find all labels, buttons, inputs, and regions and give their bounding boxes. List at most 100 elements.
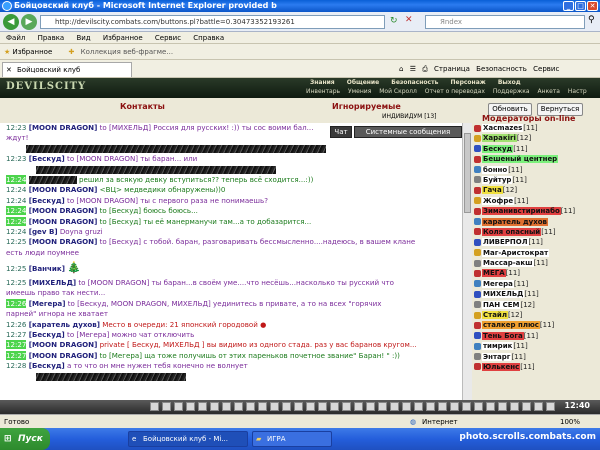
action-icon[interactable] [546,402,555,411]
user-list-item[interactable]: Энтарг[11] [472,352,600,362]
action-icon[interactable] [390,402,399,411]
action-icon[interactable] [378,402,387,411]
user-list-item[interactable]: бонно[11] [472,165,600,175]
action-icon[interactable] [426,402,435,411]
action-icon[interactable] [222,402,231,411]
action-icon[interactable] [342,402,351,411]
search-input[interactable]: Яndex [425,15,585,29]
user-name[interactable]: Юлькенс [482,362,521,371]
action-icon[interactable] [438,402,447,411]
user-name[interactable]: Гача [482,186,503,195]
user-name[interactable]: Бескуд [482,144,514,153]
user-name[interactable]: бонно [482,165,509,174]
menu-edit[interactable]: Правка [38,34,65,42]
user-name[interactable]: Стайл [482,311,508,320]
action-icon[interactable] [414,402,423,411]
user-list-item[interactable]: МЕГА[11] [472,268,600,278]
scrollbar-thumb[interactable] [464,133,471,213]
action-icon[interactable] [462,402,471,411]
close-button[interactable]: ✕ [587,1,598,11]
back-icon[interactable]: ◀ [3,14,19,30]
user-name[interactable]: Массар-акш [482,259,534,268]
action-icon[interactable] [318,402,327,411]
user-name[interactable]: Xacmazes [482,124,524,132]
menu-help[interactable]: Справка [193,34,224,42]
action-icon[interactable] [474,402,483,411]
user-list-item[interactable]: Зиманивстиринабо[11] [472,206,600,216]
safety-menu[interactable]: Безопасность [476,65,527,73]
user-list-item[interactable]: ПАН СЕМ[12] [472,300,600,310]
subnav-inventory[interactable]: Инвентарь [306,88,340,95]
task-ie[interactable]: e Бойцовский клуб - Mi... [128,431,248,447]
ignored-heading[interactable]: Игнорируемые [332,102,401,111]
zoom-level[interactable]: 100% [560,415,580,429]
user-name[interactable]: тимрик [482,342,514,351]
action-icon[interactable] [510,402,519,411]
user-list-item[interactable]: ЛИВЕРПОЛ[11] [472,237,600,247]
add-favorite-icon[interactable]: ✚ [69,48,75,56]
chat-scrollbar[interactable] [462,123,472,400]
action-icon[interactable] [258,402,267,411]
tab-system-messages[interactable]: Системные сообщения [354,126,462,138]
action-icon[interactable] [450,402,459,411]
browser-tab[interactable]: ✕ Бойцовский клуб [2,62,132,77]
user-list-item[interactable]: Жофре[11] [472,196,600,206]
user-list-item[interactable]: Гача[12] [472,185,600,195]
stop-icon[interactable]: ✕ [405,15,413,25]
user-list-item[interactable]: тимрик[11] [472,341,600,351]
nav-character[interactable]: Персонаж [450,79,485,86]
nav-communication[interactable]: Общение [347,79,379,86]
user-name[interactable]: МИХЕЛЬД [482,290,525,299]
favorites-link[interactable]: Коллекция веб-фрагме... [81,48,173,56]
action-icon[interactable] [150,402,159,411]
user-name[interactable]: Бешеный центнер [482,155,559,164]
user-list-item[interactable]: Юлькенс[11] [472,362,600,372]
action-icon[interactable] [174,402,183,411]
user-list-item[interactable]: Xacmazes[11] [472,123,600,133]
user-name[interactable]: каратель духов [482,217,548,226]
menu-file[interactable]: Файл [6,34,25,42]
page-menu[interactable]: Страница [434,65,470,73]
user-name[interactable]: МЕГА [482,269,506,278]
user-list-item[interactable]: МИХЕЛЬД[11] [472,289,600,299]
action-icon[interactable] [198,402,207,411]
user-list-item[interactable]: Маг-Аристократ [472,248,600,258]
user-list-item[interactable]: сталкер плюс[11] [472,320,600,330]
action-icon[interactable] [486,402,495,411]
favorites-button[interactable]: Избранное [13,48,53,56]
user-name[interactable]: Харакiri [482,134,517,143]
nav-security[interactable]: Безопасность [391,79,438,86]
menu-favorites[interactable]: Избранное [103,34,143,42]
url-input[interactable]: http://devilscity.combats.com/buttons.pl… [40,15,385,29]
subnav-settings[interactable]: Настр [568,88,587,95]
user-list-item[interactable]: Тень Бога[11] [472,331,600,341]
refresh-icon[interactable]: ↻ [390,16,398,26]
user-list-item[interactable]: Харакiri[12] [472,133,600,143]
action-icon[interactable] [354,402,363,411]
menu-view[interactable]: Вид [76,34,90,42]
star-icon[interactable]: ★ [4,48,10,56]
action-icon[interactable] [210,402,219,411]
action-icon[interactable] [402,402,411,411]
menu-tools[interactable]: Сервис [155,34,181,42]
subnav-scroll[interactable]: Мой Скролл [379,88,417,95]
user-name[interactable]: Тень Бога [482,331,524,340]
user-name[interactable]: Маг-Аристократ [482,248,550,257]
user-list-item[interactable]: Буйтур[11] [472,175,600,185]
start-button[interactable]: ⊞ Пуск [0,428,50,450]
user-list-item[interactable]: Массар-акш[11] [472,258,600,268]
user-list-item[interactable]: Мегера[11] [472,279,600,289]
tools-menu[interactable]: Сервис [533,65,559,73]
chat-log[interactable]: 12:23 [MOON DRAGON] to [МИХЕЛЬД] Россия … [0,123,462,400]
minimize-button[interactable]: _ [563,1,574,11]
task-folder[interactable]: ▰ ИГРА [252,431,332,447]
action-icon[interactable] [330,402,339,411]
user-name[interactable]: ЛИВЕРПОЛ [482,238,529,247]
user-name[interactable]: Коля опасный [482,227,542,236]
action-icon[interactable] [282,402,291,411]
print-icon[interactable]: ⎙ [422,65,428,73]
action-icon[interactable] [162,402,171,411]
subnav-skills[interactable]: Умения [348,88,371,95]
action-icon[interactable] [186,402,195,411]
user-name[interactable]: сталкер плюс [482,321,540,330]
